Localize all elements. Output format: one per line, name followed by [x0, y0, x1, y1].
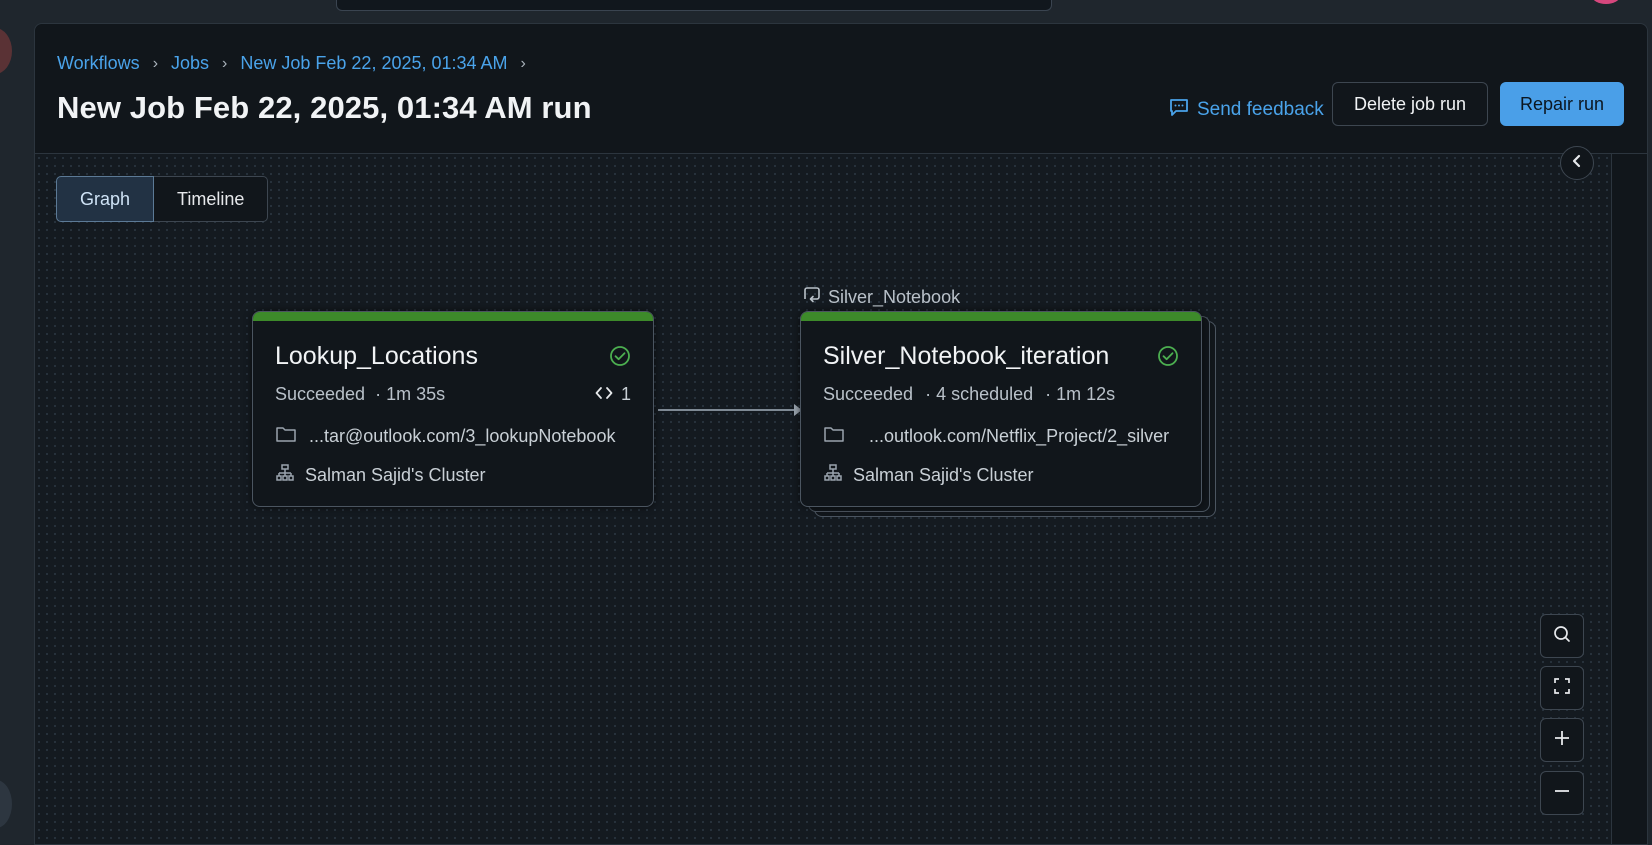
cluster-icon: [275, 463, 295, 488]
status-bar: [801, 312, 1201, 321]
task-meta: Succeeded · 4 scheduled · 1m 12s: [823, 384, 1115, 405]
tab-timeline[interactable]: Timeline: [154, 176, 269, 222]
group-label-text: Silver_Notebook: [828, 287, 961, 307]
task-cluster: Salman Sajid's Cluster: [823, 463, 1034, 488]
loop-icon: [802, 285, 822, 310]
task-card-lookup-locations[interactable]: Lookup_Locations Succeeded · 1m 35s 1 ..…: [252, 311, 654, 507]
task-scheduled: · 4 scheduled: [925, 384, 1034, 404]
tab-graph[interactable]: Graph: [56, 176, 155, 222]
status-bar: [253, 312, 653, 321]
task-notebook-path: ...outlook.com/Netflix_Project/2_silver: [823, 425, 1169, 448]
view-toggle: Graph Timeline: [56, 176, 269, 222]
fit-screen-icon: [1553, 677, 1571, 700]
for-each-group-label: Silver_Notebook: [802, 285, 960, 310]
notebook-path-text: ...tar@outlook.com/3_lookupNotebook: [309, 426, 616, 446]
notebook-path-text: ...outlook.com/Netflix_Project/2_silver: [869, 426, 1170, 446]
code-brackets-icon: [595, 384, 613, 405]
plus-icon: [1553, 729, 1571, 752]
fit-view-button[interactable]: [1540, 666, 1584, 710]
zoom-out-button[interactable]: [1540, 771, 1584, 815]
chevron-left-icon: [1570, 154, 1584, 173]
check-circle-icon: [609, 345, 631, 372]
cluster-name: Salman Sajid's Cluster: [853, 465, 1034, 485]
avatar[interactable]: [1592, 0, 1620, 4]
folder-icon: [275, 425, 297, 448]
sidebar-icon[interactable]: [0, 28, 12, 74]
task-title: Lookup_Locations: [275, 342, 478, 370]
details-side-strip: [1612, 154, 1647, 844]
task-title: Silver_Notebook_iteration: [823, 342, 1110, 370]
sidebar-icon-bottom[interactable]: [0, 780, 12, 828]
folder-icon: [823, 425, 845, 448]
task-iterations: 1: [595, 384, 631, 405]
dependency-edge: [658, 409, 798, 411]
global-search-bar[interactable]: [336, 0, 1052, 11]
task-cluster: Salman Sajid's Cluster: [275, 463, 486, 488]
task-card-silver-notebook-iteration[interactable]: Silver_Notebook_iteration Succeeded · 4 …: [800, 311, 1202, 507]
search-icon: [1552, 624, 1572, 649]
task-status: Succeeded: [823, 384, 914, 404]
task-meta: Succeeded · 1m 35s: [275, 384, 445, 405]
task-duration: · 1m 35s: [375, 384, 446, 404]
collapse-panel-button[interactable]: [1560, 146, 1594, 180]
search-graph-button[interactable]: [1540, 614, 1584, 658]
check-circle-icon: [1157, 345, 1179, 372]
iterations-count: 1: [620, 384, 631, 404]
task-duration: · 1m 12s: [1045, 384, 1116, 404]
minus-icon: [1553, 782, 1571, 805]
task-notebook-path: ...tar@outlook.com/3_lookupNotebook: [275, 425, 615, 448]
cluster-icon: [823, 463, 843, 488]
zoom-in-button[interactable]: [1540, 718, 1584, 762]
task-status: Succeeded: [275, 384, 366, 404]
cluster-name: Salman Sajid's Cluster: [305, 465, 486, 485]
